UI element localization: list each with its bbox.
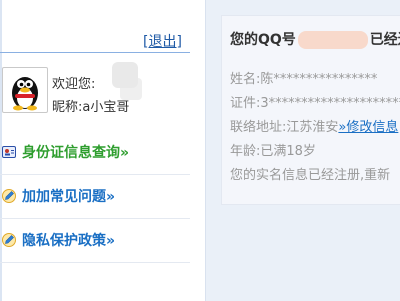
menu-item-label: 身份证信息查询» <box>22 145 130 161</box>
nickname-row: 昵称:a小宝哥 <box>52 96 129 115</box>
edit-info-link[interactable]: »修改信息 <box>338 120 398 135</box>
age-row: 年龄:已满18岁 <box>230 144 316 159</box>
panel-title: 您的QQ号 已经进 <box>230 29 400 49</box>
account-info-panel: 您的QQ号 已经进 姓名:陈**************** 证件:3******… <box>221 15 400 205</box>
id-card-icon <box>2 144 16 158</box>
nickname-label: 昵称: <box>52 100 83 115</box>
qq-penguin-icon <box>12 77 38 111</box>
pencil-icon <box>2 188 16 203</box>
divider <box>0 262 190 263</box>
menu-item-id-query[interactable]: 身份证信息查询» <box>0 131 190 175</box>
header-divider <box>0 52 190 53</box>
menu-item-label: 隐私保护政策» <box>22 233 116 249</box>
address-row: 联络地址:江苏淮安»修改信息 <box>230 116 398 135</box>
menu-item-label: 加加常见问题» <box>22 189 116 205</box>
masked-username <box>112 62 138 88</box>
menu-item-faq[interactable]: 加加常见问题» <box>0 175 190 219</box>
panel-title-prefix: 您的QQ号 <box>230 32 296 48</box>
name-row: 姓名:陈**************** <box>230 72 378 87</box>
welcome-label: 欢迎您: <box>52 77 96 92</box>
panel-title-suffix: 已经进 <box>369 32 400 48</box>
pencil-icon <box>2 232 16 247</box>
address-text: 联络地址:江苏淮安 <box>230 120 339 135</box>
masked-qq-number <box>297 31 368 49</box>
menu-item-privacy[interactable]: 隐私保护政策» <box>0 219 190 263</box>
sidebar: [退出] 欢迎您: 昵称:a小宝哥 身份证信息查询» 加加常见问题» 隐私保护政… <box>0 0 205 301</box>
id-row: 证件:3********************* <box>230 96 400 111</box>
notice-row: 您的实名信息已经注册,重新 <box>230 168 391 183</box>
logout-link[interactable]: [退出] <box>143 34 182 50</box>
nickname-value: a小宝哥 <box>82 100 130 115</box>
avatar <box>2 67 48 113</box>
column-divider <box>205 0 206 301</box>
logout-link-wrapper: [退出] <box>143 31 182 51</box>
